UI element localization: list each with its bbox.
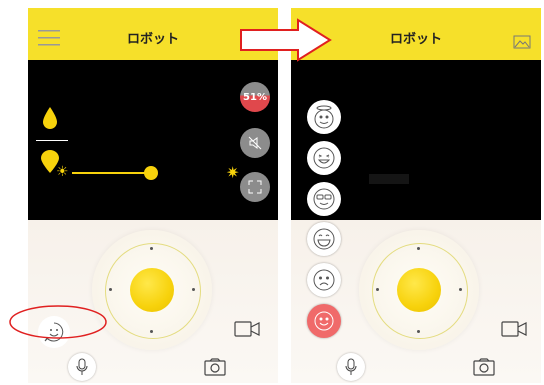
joystick-knob[interactable] [130,268,174,312]
mute-button[interactable] [240,128,270,158]
gallery-button[interactable] [513,34,531,53]
joystick-up-dot [417,247,420,250]
battery-percent: 51% [243,91,267,103]
video-noise [369,174,409,184]
video-camera-button[interactable] [501,320,527,342]
camera-icon [204,358,226,376]
video-feed: 51% ☀ ✷ [28,60,278,220]
joystick-right-dot [192,288,195,291]
joystick[interactable] [359,230,479,350]
video-camera-icon [501,321,527,337]
right-screen: ロボット [291,8,541,383]
joystick-down-dot [150,330,153,333]
sad-face-icon [313,269,335,291]
microphone-button[interactable] [337,353,365,381]
transition-arrow [240,18,332,62]
camera-button[interactable] [473,358,495,380]
mute-icon [248,136,262,150]
joystick-knob[interactable] [397,268,441,312]
battery-indicator: 51% [240,82,270,112]
angel-face-icon [314,105,334,129]
microphone-button[interactable] [68,353,96,381]
level-divider [36,140,68,141]
fullscreen-button[interactable] [240,172,270,202]
joystick-down-dot [417,330,420,333]
joystick-left-dot [109,288,112,291]
joystick-left-dot [376,288,379,291]
microphone-icon [76,358,88,375]
expression-sunglasses[interactable] [307,182,341,216]
joystick[interactable] [92,230,212,350]
water-drop-icon [43,107,57,129]
joystick-right-dot [459,288,462,291]
image-icon [513,35,531,49]
expression-laughing[interactable] [307,141,341,175]
highlight-ellipse [9,305,107,339]
brightness-slider-track[interactable] [72,172,150,174]
expression-angel[interactable] [307,100,341,134]
grinning-face-icon [313,228,335,250]
fullscreen-icon [248,180,262,194]
expression-smiley-selected[interactable] [307,304,341,338]
microphone-icon [345,358,357,375]
camera-button[interactable] [204,358,226,380]
expression-grinning[interactable] [307,222,341,256]
brightness-low-icon: ☀ [56,164,69,180]
expression-sad[interactable] [307,263,341,297]
brightness-high-icon: ✷ [226,163,240,182]
joystick-up-dot [150,247,153,250]
smiley-face-icon [314,311,334,331]
control-area [28,220,278,383]
video-camera-icon [234,321,260,337]
sunglasses-face-icon [313,188,335,210]
camera-icon [473,358,495,376]
laughing-face-icon [313,147,335,169]
video-camera-button[interactable] [234,320,260,342]
brightness-slider-handle[interactable] [144,166,158,180]
